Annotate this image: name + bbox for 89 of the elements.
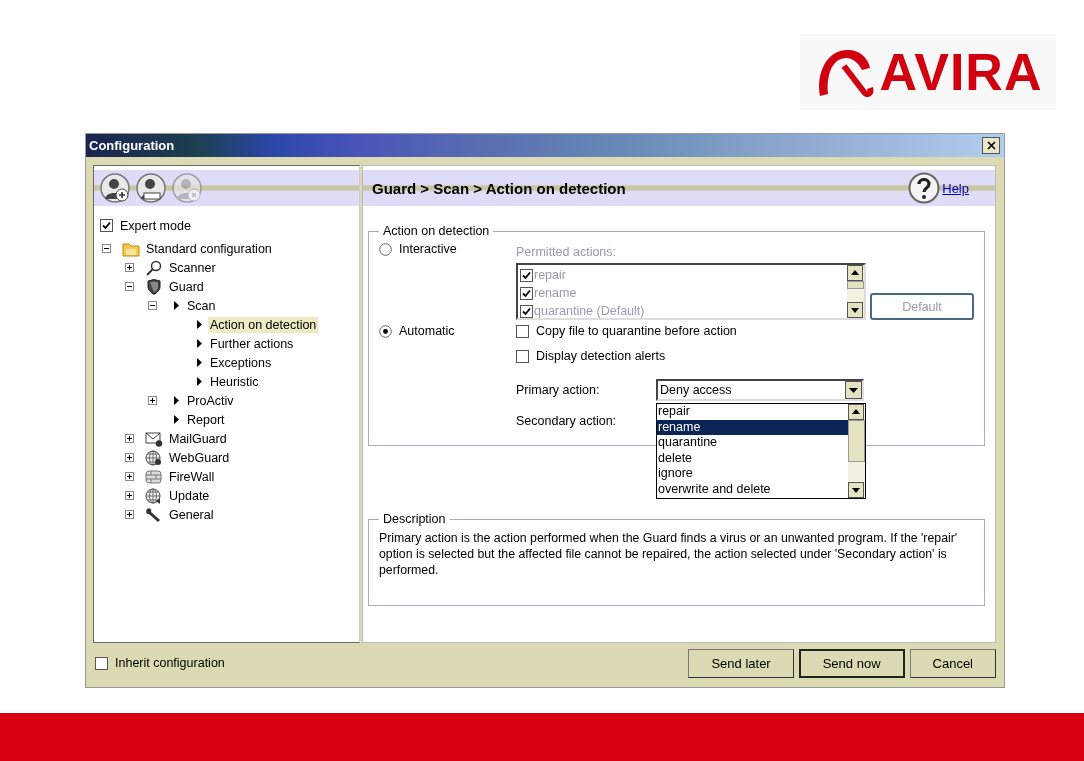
dropdown-option[interactable]: rename bbox=[657, 419, 848, 435]
triangle-icon bbox=[197, 377, 202, 386]
dropdown-option[interactable]: quarantine bbox=[657, 435, 848, 451]
tree-item[interactable]: Action on detection bbox=[208, 316, 319, 333]
expander-icon[interactable] bbox=[125, 472, 134, 481]
tree-item[interactable]: MailGuard bbox=[167, 430, 229, 447]
triangle-icon bbox=[197, 358, 202, 367]
group-title: Action on detection bbox=[382, 224, 491, 238]
tree-item[interactable]: Guard bbox=[167, 278, 206, 295]
envelope-icon bbox=[145, 430, 163, 447]
scrollbar[interactable] bbox=[847, 265, 864, 318]
close-icon bbox=[986, 141, 996, 150]
field-label: Primary action: bbox=[516, 383, 601, 397]
tree-item[interactable]: FireWall bbox=[167, 468, 217, 485]
scrollbar[interactable] bbox=[848, 404, 865, 498]
scroll-up-icon[interactable] bbox=[847, 265, 863, 281]
radio-label: Interactive bbox=[399, 242, 457, 256]
dropdown-option[interactable]: overwrite and delete bbox=[657, 481, 848, 497]
checkbox-label: Display detection alerts bbox=[536, 349, 666, 363]
tree-item[interactable]: Exceptions bbox=[208, 354, 274, 371]
triangle-icon bbox=[174, 301, 179, 310]
help-icon[interactable] bbox=[908, 172, 941, 204]
dialog-button[interactable]: Cancel bbox=[909, 648, 996, 678]
scroll-down-icon[interactable] bbox=[847, 302, 863, 318]
tree-item[interactable]: Update bbox=[167, 487, 212, 504]
dialog-button[interactable]: Send now bbox=[798, 648, 905, 678]
globe-icon bbox=[145, 487, 163, 504]
checkbox-label: Copy file to quarantine before action bbox=[536, 324, 737, 338]
radio-button[interactable] bbox=[379, 243, 392, 256]
logo-text: AVIRA bbox=[879, 42, 1043, 102]
field-label: Secondary action: bbox=[516, 414, 618, 428]
expander-icon[interactable] bbox=[125, 263, 134, 272]
expander-icon[interactable] bbox=[125, 434, 134, 443]
field-label: Permitted actions: bbox=[516, 245, 618, 259]
tree-item[interactable]: Report bbox=[185, 411, 227, 428]
checkbox[interactable] bbox=[516, 325, 529, 338]
checkbox[interactable] bbox=[516, 350, 529, 363]
triangle-icon bbox=[197, 320, 202, 329]
checkbox-label: Inherit configuration bbox=[115, 656, 225, 670]
person-add-icon bbox=[100, 173, 130, 203]
scroll-thumb[interactable] bbox=[848, 420, 865, 462]
tree-item[interactable]: ProActiv bbox=[185, 392, 236, 409]
group-title: Description bbox=[382, 512, 447, 526]
description-text: Primary action is the action performed when the Guard finds a virus or an unwanted program. If the 'repair' option is selected but the affected file cannot be repaired, the action selected under 'Secondary action' is performed. bbox=[379, 530, 959, 578]
scroll-down-icon[interactable] bbox=[848, 482, 864, 498]
dropdown-option[interactable]: repair bbox=[657, 404, 848, 420]
expander-icon[interactable] bbox=[148, 396, 157, 405]
wall-icon bbox=[145, 468, 163, 485]
triangle-icon bbox=[197, 339, 202, 348]
dropdown-list[interactable]: repair rename quarantine delete ignore overwrite and delete bbox=[656, 403, 866, 499]
expander-icon[interactable] bbox=[125, 510, 134, 519]
expander-icon[interactable] bbox=[125, 491, 134, 500]
folder-icon bbox=[122, 240, 140, 257]
triangle-icon bbox=[174, 415, 179, 424]
expander-icon[interactable] bbox=[125, 453, 134, 462]
search-icon bbox=[145, 259, 163, 276]
tree-item[interactable]: Scanner bbox=[167, 259, 218, 276]
breadcrumb: Guard > Scan > Action on detection bbox=[372, 179, 627, 197]
dropdown-option[interactable]: delete bbox=[657, 450, 848, 466]
primary-action-dropdown[interactable]: Deny access bbox=[656, 379, 864, 401]
globe-icon bbox=[145, 449, 163, 466]
toolbar-button[interactable] bbox=[100, 173, 130, 203]
expander-icon[interactable] bbox=[125, 282, 134, 291]
close-button[interactable] bbox=[982, 137, 1000, 154]
expander-icon[interactable] bbox=[148, 301, 157, 310]
radio-label: Automatic bbox=[399, 324, 455, 338]
person-icon bbox=[136, 173, 166, 203]
triangle-icon bbox=[174, 396, 179, 405]
checkbox[interactable] bbox=[100, 219, 113, 232]
tree-item[interactable]: Standard configuration bbox=[144, 240, 274, 257]
tree-item[interactable]: Heuristic bbox=[208, 373, 261, 390]
checkbox[interactable] bbox=[95, 656, 108, 670]
toolbar-button[interactable] bbox=[136, 173, 166, 203]
radio-button[interactable] bbox=[379, 325, 392, 338]
tree-item[interactable]: General bbox=[167, 506, 216, 523]
help-link[interactable]: Help bbox=[942, 180, 969, 196]
tree-item[interactable]: Further actions bbox=[208, 335, 296, 352]
checkbox-label: Expert mode bbox=[120, 218, 191, 233]
scroll-up-icon[interactable] bbox=[848, 404, 864, 420]
wrench-icon bbox=[145, 506, 163, 523]
person-remove-icon bbox=[172, 173, 202, 203]
scroll-thumb[interactable] bbox=[847, 281, 864, 289]
window-title: Configuration bbox=[89, 138, 175, 153]
dialog-button[interactable]: Send later bbox=[688, 648, 794, 678]
shield-icon bbox=[145, 278, 163, 295]
tree-item[interactable]: WebGuard bbox=[167, 449, 232, 466]
dropdown-option[interactable]: ignore bbox=[657, 466, 848, 482]
expander-icon[interactable] bbox=[102, 244, 111, 253]
tree-item[interactable]: Scan bbox=[185, 297, 218, 314]
